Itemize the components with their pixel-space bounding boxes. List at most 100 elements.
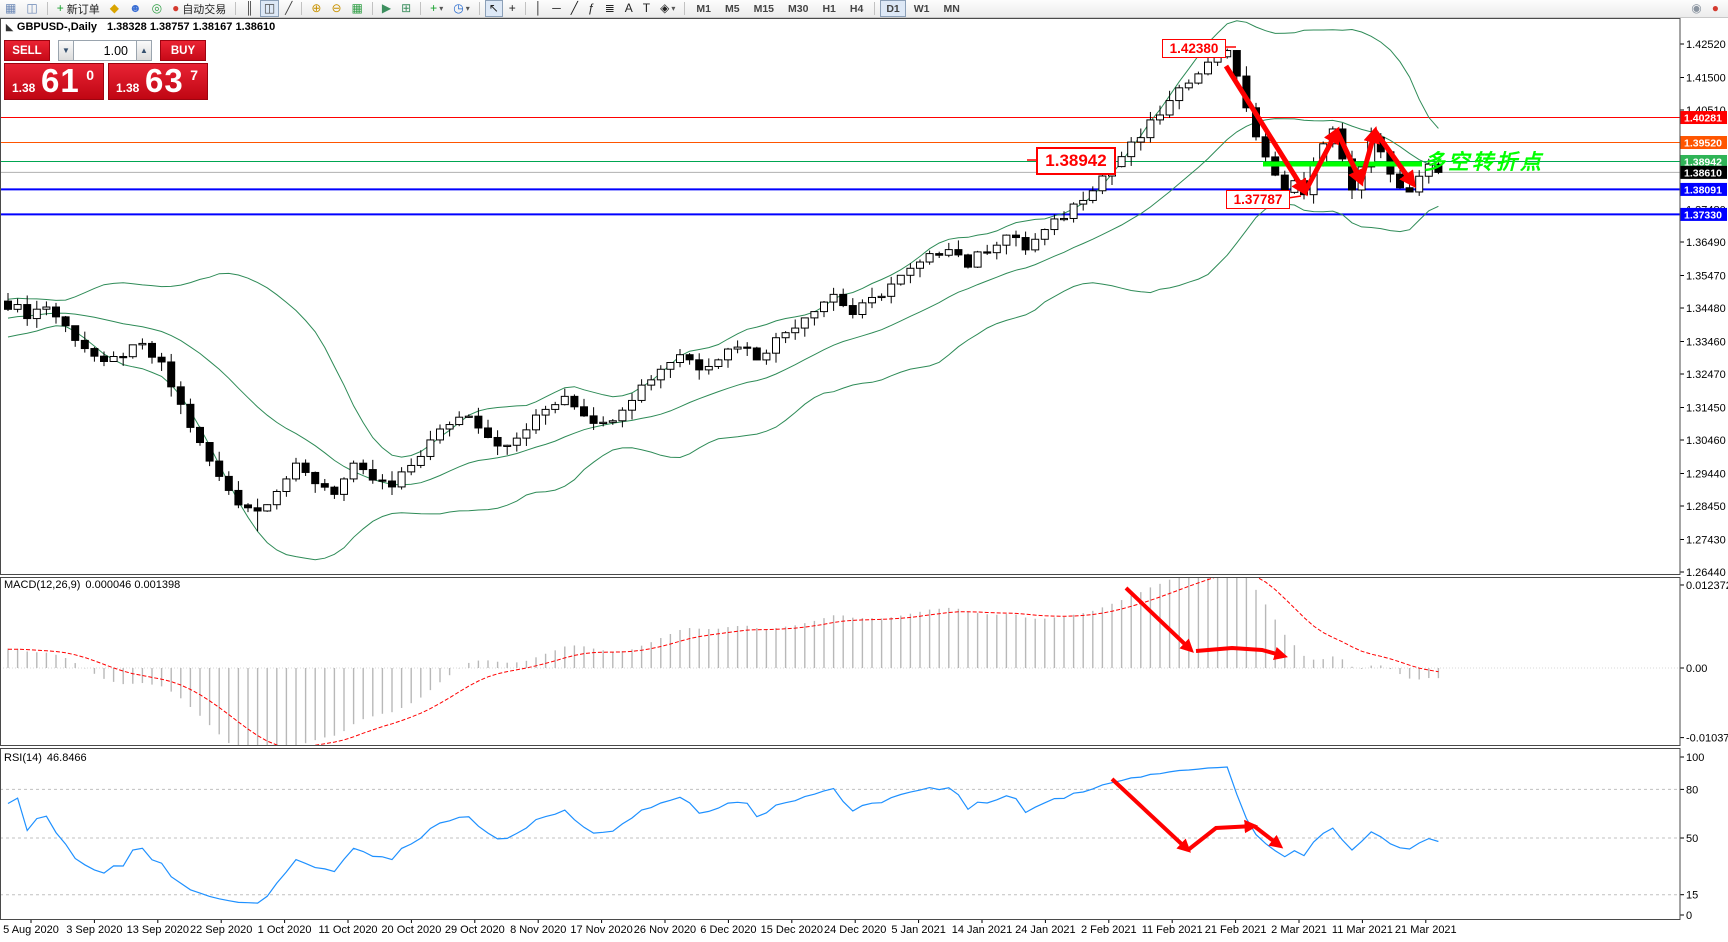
shapes-dropdown[interactable]: ◈▾ (656, 0, 679, 17)
time-axis-label: 2 Feb 2021 (1081, 924, 1137, 936)
rsi-name: RSI(14) (4, 752, 42, 764)
zoom-out-icon: ⊖ (331, 2, 341, 15)
bar-chart-type-icon: ║ (245, 2, 254, 15)
pivot-note-text[interactable]: 多空转折点 (1424, 146, 1544, 176)
timeframe-button-m15[interactable]: M15 (748, 0, 780, 17)
vertical-line-button[interactable]: │ (531, 0, 547, 17)
chart-canvas[interactable]: 1.425201.415001.405101.374801.364901.354… (0, 0, 1728, 942)
alert-icon[interactable]: ● (1708, 0, 1723, 17)
annotation-arrow (1226, 66, 1305, 192)
toolbar-separator (874, 2, 875, 15)
time-axis-label: 5 Aug 2020 (3, 924, 59, 936)
toolbar-separator (420, 2, 421, 15)
label-icon: T (643, 2, 650, 15)
trendline-button[interactable]: ╱ (567, 0, 582, 17)
sounds-icon[interactable]: ◎ (148, 0, 166, 17)
shapes-icon: ◈ (660, 2, 669, 15)
sell-button[interactable]: SELL (4, 40, 50, 61)
svg-text:-0.010374: -0.010374 (1686, 733, 1728, 745)
grid-button[interactable]: ≣ (601, 0, 619, 17)
indicators-dropdown[interactable]: +▾ (426, 0, 447, 17)
svg-text:15: 15 (1686, 890, 1698, 902)
sell-price-pipette: 0 (86, 67, 94, 83)
auto-trading-button[interactable]: ●自动交易 (168, 0, 230, 17)
volume-input[interactable]: 1.00 (74, 40, 136, 61)
community-icon[interactable]: ☻ (125, 0, 146, 17)
high-price-label[interactable]: 1.42380 (1162, 39, 1226, 58)
volume-increase-button[interactable]: ▲ (136, 40, 152, 61)
zoom-window-icon-icon: ◫ (26, 2, 37, 15)
time-axis-label: 22 Sep 2020 (190, 924, 252, 936)
timeframe-button-m30[interactable]: M30 (782, 0, 814, 17)
horizontal-line-icon: ─ (552, 2, 561, 15)
horizontal-line-button[interactable]: ─ (548, 0, 565, 17)
tile-windows-button[interactable]: ▦ (348, 0, 367, 17)
sell-price-digits: 61 (41, 62, 80, 100)
macd-values: 0.000046 0.001398 (85, 579, 180, 591)
buy-button[interactable]: BUY (160, 40, 206, 61)
time-axis-label: 8 Nov 2020 (510, 924, 566, 936)
volume-decrease-button[interactable]: ▼ (58, 40, 74, 61)
one-click-trading-panel: SELL ▼ 1.00 ▲ BUY 1.38 61 0 1.38 63 7 (4, 40, 206, 100)
time-axis-label: 1 Oct 2020 (258, 924, 312, 936)
time-axis-label: 21 Mar 2021 (1395, 924, 1457, 936)
rsi-pane (0, 767, 1680, 903)
candlestick-type-button[interactable]: ◫ (260, 0, 279, 17)
chart-ohlc-values: 1.38328 1.38757 1.38167 1.38610 (107, 21, 275, 33)
buy-price-button[interactable]: 1.38 63 7 (108, 63, 208, 100)
time-axis-label: 21 Feb 2021 (1205, 924, 1267, 936)
text-button[interactable]: A (621, 0, 637, 17)
timeframe-button-h1[interactable]: H1 (816, 0, 841, 17)
timeframe-button-h4[interactable]: H4 (844, 0, 869, 17)
sell-price-button[interactable]: 1.38 61 0 (4, 63, 104, 100)
svg-text:100: 100 (1686, 752, 1704, 764)
chart-symbol-icon: ◣ (6, 22, 13, 32)
line-chart-type-button[interactable]: ╱ (281, 0, 296, 17)
period-icon: ◷ (453, 2, 463, 15)
cursor-button[interactable]: ↖ (485, 0, 503, 17)
eraser-icon[interactable]: ◆ (106, 0, 123, 17)
timeframe-button-mn[interactable]: MN (938, 0, 966, 17)
timeframe-button-w1[interactable]: W1 (908, 0, 936, 17)
svg-text:1.30460: 1.30460 (1686, 435, 1726, 447)
low-price-label[interactable]: 1.37787 (1226, 190, 1290, 209)
toolbar-separator (301, 2, 302, 15)
zoom-in-icon: ⊕ (311, 2, 321, 15)
toolbar: ▦◫+新订单◆☻◎●自动交易║◫╱⊕⊖▦▶⊞+▾◷▾↖+│─╱ƒ≣AT◈▾M1M… (0, 0, 1728, 18)
chart-window-icon[interactable]: ▦ (1, 0, 20, 17)
svg-text:1.26440: 1.26440 (1686, 567, 1726, 579)
timeframe-button-m1[interactable]: M1 (690, 0, 717, 17)
zoom-window-icon[interactable]: ◫ (22, 0, 41, 17)
time-axis-label: 11 Feb 2021 (1142, 924, 1203, 936)
fibonacci-button[interactable]: ƒ (584, 0, 599, 17)
chart-play-icon: ▶ (382, 2, 391, 15)
time-axis-label: 3 Sep 2020 (66, 924, 122, 936)
grid-icon: ≣ (605, 2, 615, 15)
crosshair-button[interactable]: + (505, 0, 520, 17)
eraser-icon-icon: ◆ (110, 2, 119, 15)
time-axis-label: 24 Jan 2021 (1015, 924, 1076, 936)
period-dropdown[interactable]: ◷▾ (449, 0, 474, 17)
text-icon: A (625, 2, 633, 15)
time-axis-label: 14 Jan 2021 (952, 924, 1013, 936)
svg-text:1.34480: 1.34480 (1686, 303, 1726, 315)
label-button[interactable]: T (639, 0, 654, 17)
zoom-in-button[interactable]: ⊕ (307, 0, 325, 17)
zoom-out-button[interactable]: ⊖ (327, 0, 345, 17)
chart-play-button[interactable]: ▶ (378, 0, 395, 17)
macd-indicator-label: MACD(12,26,9)0.000046 0.001398 (4, 579, 185, 591)
svg-text:0: 0 (1686, 910, 1692, 922)
chart-add-button[interactable]: ⊞ (397, 0, 415, 17)
new-order-button[interactable]: +新订单 (53, 0, 104, 17)
pivot-price-label[interactable]: 1.38942 (1036, 147, 1116, 175)
bar-chart-type-button[interactable]: ║ (241, 0, 258, 17)
sell-price-prefix: 1.38 (12, 81, 35, 95)
fibonacci-icon: ƒ (588, 2, 595, 15)
svg-text:50: 50 (1686, 833, 1698, 845)
chart-title: ◣GBPUSD-,Daily1.38328 1.38757 1.38167 1.… (6, 21, 275, 33)
chart-shift-icon[interactable]: ◉ (1687, 0, 1705, 17)
timeframe-button-d1[interactable]: D1 (880, 0, 905, 17)
svg-text:1.33460: 1.33460 (1686, 336, 1726, 348)
svg-text:0.012372: 0.012372 (1686, 580, 1728, 592)
timeframe-button-m5[interactable]: M5 (719, 0, 746, 17)
